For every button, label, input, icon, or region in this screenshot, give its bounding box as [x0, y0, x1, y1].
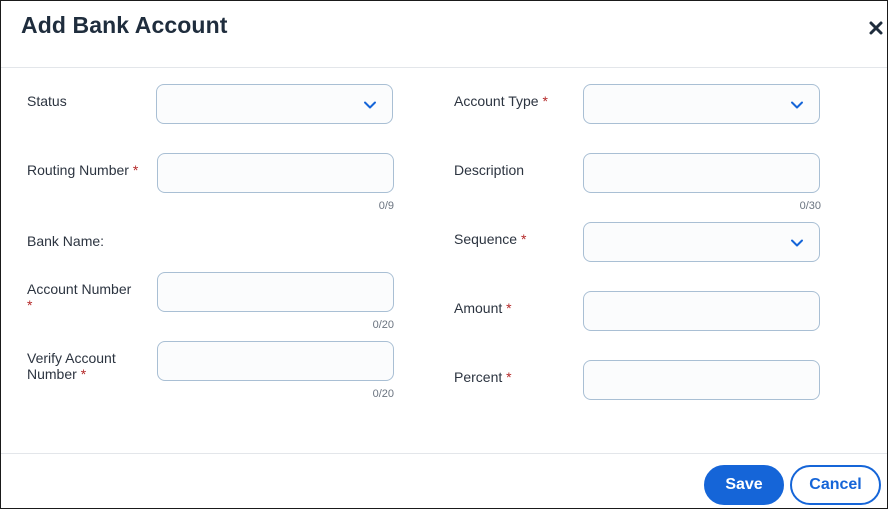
verify-account-number-label-line1: Verify Account: [27, 350, 116, 366]
status-label-text: Status: [27, 93, 67, 109]
verify-account-number-label: Verify Account Number *: [27, 350, 147, 382]
status-label: Status: [27, 93, 67, 109]
required-marker: *: [506, 369, 512, 385]
required-marker: *: [132, 162, 139, 178]
dialog-title: Add Bank Account: [21, 12, 228, 38]
description-field[interactable]: [583, 153, 820, 193]
description-input[interactable]: [584, 154, 819, 192]
description-label: Description: [454, 162, 525, 178]
account-number-input[interactable]: [158, 273, 393, 311]
verify-account-number-input[interactable]: [158, 342, 393, 380]
account-type-label: Account Type *: [454, 93, 548, 109]
account-number-label-text: Account Number: [27, 281, 132, 297]
account-type-label-text: Account Type: [454, 93, 539, 109]
routing-number-input[interactable]: [158, 154, 393, 192]
chevron-down-icon: [791, 101, 803, 109]
description-counter: 0/30: [799, 200, 821, 212]
required-marker: *: [542, 93, 548, 109]
save-button[interactable]: Save: [704, 465, 784, 505]
sequence-label-text: Sequence: [454, 231, 518, 247]
required-marker: *: [80, 366, 87, 382]
amount-input[interactable]: [584, 292, 819, 330]
verify-account-number-field[interactable]: [157, 341, 394, 381]
required-marker: *: [506, 300, 512, 316]
amount-label-text: Amount: [454, 300, 503, 316]
amount-label: Amount *: [454, 300, 512, 316]
cancel-button[interactable]: Cancel: [790, 465, 881, 505]
account-number-label: Account Number *: [27, 281, 147, 313]
percent-label: Percent *: [454, 369, 512, 385]
percent-label-text: Percent: [454, 369, 503, 385]
percent-field[interactable]: [583, 360, 820, 400]
amount-field[interactable]: [583, 291, 820, 331]
routing-number-field[interactable]: [157, 153, 394, 193]
required-marker: *: [520, 231, 527, 247]
add-bank-account-dialog: Add Bank Account Status Routing Number *…: [0, 0, 888, 509]
chevron-down-icon: [791, 239, 803, 247]
verify-account-number-counter: 0/20: [372, 388, 394, 400]
sequence-label: Sequence *: [454, 231, 526, 247]
routing-number-label: Routing Number *: [27, 162, 138, 178]
status-select[interactable]: [156, 84, 393, 124]
dialog-footer: Save Cancel: [1, 453, 887, 509]
percent-input[interactable]: [584, 361, 819, 399]
account-type-select[interactable]: [583, 84, 820, 124]
account-number-counter: 0/20: [372, 319, 394, 331]
close-icon: [869, 21, 883, 35]
close-button[interactable]: [867, 19, 885, 37]
dialog-header: Add Bank Account: [1, 1, 887, 68]
bank-name-label: Bank Name:: [27, 233, 105, 249]
account-number-field[interactable]: [157, 272, 394, 312]
chevron-down-icon: [364, 101, 376, 109]
routing-number-counter: 0/9: [378, 200, 394, 212]
sequence-select[interactable]: [583, 222, 820, 262]
required-marker: *: [27, 297, 33, 313]
routing-number-label-text: Routing Number: [27, 162, 129, 178]
verify-account-number-label-line2: Number: [27, 366, 77, 382]
